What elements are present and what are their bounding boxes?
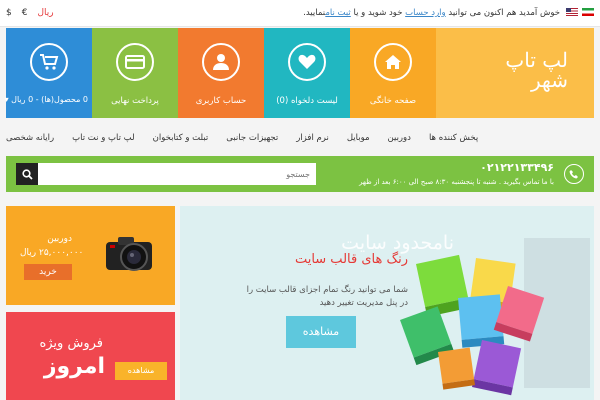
nav-item-mobile[interactable]: موبایل	[347, 133, 370, 143]
buy-button[interactable]: خرید	[24, 264, 72, 280]
nav-item-laptop[interactable]: لپ تاپ و نت تاپ	[72, 133, 134, 143]
welcome-middle: خود شوید و یا	[353, 8, 403, 18]
special-sale-promo[interactable]: فروش ویژه امروز مشاهده	[6, 312, 175, 400]
currency-switcher: $ € ریال	[6, 8, 54, 18]
checkout-label: پرداخت نهایی	[111, 96, 159, 106]
nav-item-pc[interactable]: رایانه شخصی	[6, 133, 54, 143]
color-cubes-image	[400, 238, 590, 396]
persian-flag-icon[interactable]	[582, 8, 594, 16]
home-tile[interactable]: صفحه خانگی	[350, 28, 436, 118]
search-bar: ۰۲۱۲۲۱۳۳۴۹۶ با ما تماس بگیرید . شنبه تا …	[6, 156, 594, 192]
home-icon	[374, 43, 412, 81]
account-tile[interactable]: حساب کاربری	[178, 28, 264, 118]
cart-summary: 0 محصول(ها) - 0 ریال ▾	[4, 95, 88, 104]
brand-line-1: لپ تاپ	[505, 48, 568, 72]
search-icon	[21, 168, 33, 180]
heart-icon	[288, 43, 326, 81]
welcome-message: خوش آمدید هم اکنون می توانید وارد حساب خ…	[303, 8, 560, 18]
cart-tile[interactable]: 0 محصول(ها) - 0 ریال ▾	[4, 28, 92, 118]
checkout-tile[interactable]: پرداخت نهایی	[92, 28, 178, 118]
search-input[interactable]	[38, 163, 316, 185]
currency-euro[interactable]: €	[22, 8, 28, 18]
logo[interactable]: لپ تاپ شهر	[436, 28, 594, 118]
header-tiles: 0 محصول(ها) - 0 ریال ▾ پرداخت نهایی حساب…	[4, 28, 594, 118]
brand-line-2: شهر	[530, 68, 568, 92]
special-sale-view-button[interactable]: مشاهده	[115, 362, 167, 380]
camera-promo[interactable]: دوربین ۲۵,۰۰۰,۰۰۰ ریال خرید	[6, 206, 175, 305]
welcome-end: نمایید.	[303, 8, 326, 18]
wishlist-label: لیست دلخواه (0)	[276, 96, 338, 106]
account-label: حساب کاربری	[195, 96, 247, 106]
camera-promo-name: دوربین	[47, 234, 72, 244]
credit-card-icon	[116, 43, 154, 81]
special-sale-title: فروش ویژه	[39, 336, 103, 351]
login-link[interactable]: وارد حساب	[405, 8, 446, 18]
currency-dollar[interactable]: $	[6, 8, 12, 18]
nav-item-software[interactable]: نرم افزار	[296, 133, 329, 143]
search-button[interactable]	[16, 163, 38, 185]
slider-view-button[interactable]: مشاهده	[286, 316, 356, 348]
welcome-text: خوش آمدید هم اکنون می توانید	[448, 8, 560, 18]
business-hours: با ما تماس بگیرید . شنبه تا پنجشنبه ۸:۳۰…	[359, 178, 554, 186]
top-bar: $ € ریال خوش آمدید هم اکنون می توانید وا…	[0, 0, 600, 27]
cart-summary-text: 0 محصول(ها) - 0 ریال	[11, 95, 88, 104]
home-label: صفحه خانگی	[369, 96, 417, 106]
nav-item-accessories[interactable]: تجهیزات جانبی	[226, 133, 278, 143]
camera-image	[106, 237, 152, 271]
user-icon	[202, 43, 240, 81]
brand-name: لپ تاپ شهر	[505, 50, 568, 90]
hero-slider: نامحدود سایت رنگ های قالب سایت شما می تو…	[180, 206, 594, 400]
camera-promo-price: ۲۵,۰۰۰,۰۰۰ ریال	[20, 248, 84, 258]
slider-description: شما می توانید رنگ تمام اجزای قالب سایت ر…	[246, 285, 408, 308]
phone-number: ۰۲۱۲۲۱۳۳۴۹۶	[480, 161, 554, 174]
phone-icon	[564, 164, 584, 184]
slider-title: رنگ های قالب سایت	[294, 252, 408, 267]
cart-icon	[30, 43, 68, 81]
special-sale-today: امروز	[43, 354, 105, 379]
english-flag-icon[interactable]	[566, 8, 578, 16]
currency-rial[interactable]: ریال	[37, 8, 53, 18]
main-nav: رایانه شخصی لپ تاپ و نت تاپ تبلت و کتابخ…	[6, 124, 594, 152]
register-link[interactable]: ثبت نام	[325, 8, 351, 18]
nav-item-tablet[interactable]: تبلت و کتابخوان	[153, 133, 209, 143]
nav-item-players[interactable]: پخش کننده ها	[429, 133, 478, 143]
wishlist-tile[interactable]: لیست دلخواه (0)	[264, 28, 350, 118]
nav-item-camera[interactable]: دوربین	[388, 133, 411, 143]
